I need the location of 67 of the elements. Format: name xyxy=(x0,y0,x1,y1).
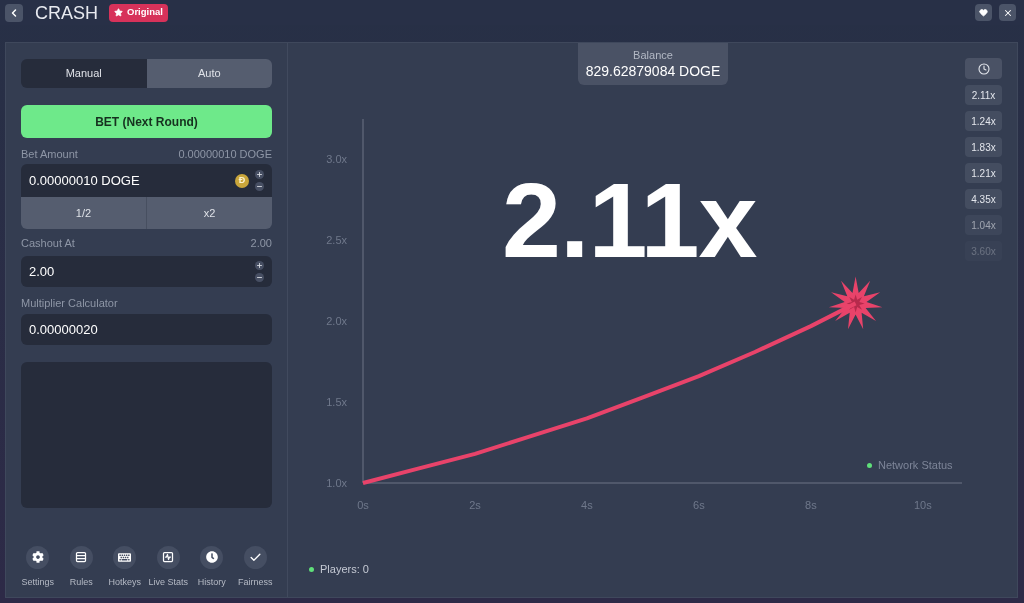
toolbar-button[interactable]: Rules xyxy=(59,545,103,589)
close-icon xyxy=(1002,7,1013,18)
minus-icon xyxy=(256,183,263,190)
game-title: CRASH xyxy=(35,3,98,22)
badge-label: Original xyxy=(127,5,163,20)
history-multiplier: 1.24x xyxy=(965,111,1002,131)
axis-tick-label: 8s xyxy=(805,499,817,511)
mode-tab[interactable]: Manual xyxy=(21,59,147,88)
heart-icon xyxy=(979,8,988,17)
decrease-button[interactable] xyxy=(255,273,264,282)
minus-icon xyxy=(256,274,263,281)
players-count: Players: 0 xyxy=(320,562,369,577)
network-status-label: Network Status xyxy=(878,458,953,473)
keyboard-icon xyxy=(113,545,137,569)
amount-button[interactable]: 1/2 xyxy=(21,197,146,229)
increase-button[interactable] xyxy=(255,170,264,179)
bet-amount-reading: 0.00000010 DOGE xyxy=(178,146,272,162)
list-icon xyxy=(69,545,93,569)
decrease-button[interactable] xyxy=(255,182,264,191)
axis-tick-label: 2.5x xyxy=(326,234,347,247)
favorite-button[interactable] xyxy=(975,4,992,21)
plus-icon xyxy=(256,171,263,178)
star-icon xyxy=(114,8,123,17)
toolbar-button[interactable]: Fairness xyxy=(233,545,277,589)
toolbar-button[interactable]: History xyxy=(190,545,234,589)
plus-icon xyxy=(256,262,263,269)
check-icon xyxy=(243,545,267,569)
axis-tick-label: 3.0x xyxy=(326,153,347,166)
history-multiplier: 4.35x xyxy=(965,189,1002,209)
back-button[interactable] xyxy=(5,3,23,22)
toolbar-button[interactable]: Hotkeys xyxy=(103,545,147,589)
amount-button[interactable]: x2 xyxy=(146,197,272,229)
history-multiplier: 1.83x xyxy=(965,137,1002,157)
gear-icon xyxy=(26,545,50,569)
clock-icon xyxy=(200,545,224,569)
balance-label: Balance xyxy=(633,48,673,62)
field-label: Multiplier Calculator xyxy=(21,295,118,311)
history-multiplier: 1.21x xyxy=(965,163,1002,183)
close-button[interactable] xyxy=(999,4,1016,21)
explosion-icon xyxy=(828,276,883,330)
field-value: 0.00000020 xyxy=(29,320,98,339)
increase-button[interactable] xyxy=(255,261,264,270)
cashout-field[interactable]: 2.00 xyxy=(21,256,272,287)
axis-tick-label: 2.0x xyxy=(326,315,347,328)
history-multiplier: 1.04x xyxy=(965,215,1002,235)
cashout-reading: 2.00 xyxy=(250,235,272,251)
history-multiplier: 2.11x xyxy=(965,85,1002,105)
axis-tick-label: 1.5x xyxy=(326,396,347,409)
axis-tick-label: 4s xyxy=(581,499,593,511)
field-label: Bet Amount xyxy=(21,146,78,162)
field-value: 0.00000010 DOGE xyxy=(29,171,140,190)
history-button[interactable] xyxy=(965,58,1002,79)
balance-value: 829.62879084 DOGE xyxy=(585,62,721,80)
bet-amount-field[interactable]: 0.00000010 DOGE Đ xyxy=(21,164,272,197)
axis-tick-label: 2s xyxy=(469,499,481,511)
stats-icon xyxy=(156,545,180,569)
field-value: 2.00 xyxy=(29,262,55,281)
coin-logo: Đ xyxy=(235,173,249,188)
axis-tick-label: 1.0x xyxy=(326,477,347,489)
toolbar-button[interactable]: Live Stats xyxy=(146,545,190,589)
field-label: Cashout At xyxy=(21,235,75,251)
multiplier-readout: 2.11x xyxy=(502,167,757,273)
mode-tab[interactable]: Auto xyxy=(146,59,272,88)
calculator-field[interactable]: 0.00000020 xyxy=(21,314,272,345)
bet-button[interactable]: BET (Next Round) xyxy=(21,105,272,138)
clock-icon xyxy=(977,62,990,75)
toolbar-button[interactable]: Settings xyxy=(16,545,60,589)
